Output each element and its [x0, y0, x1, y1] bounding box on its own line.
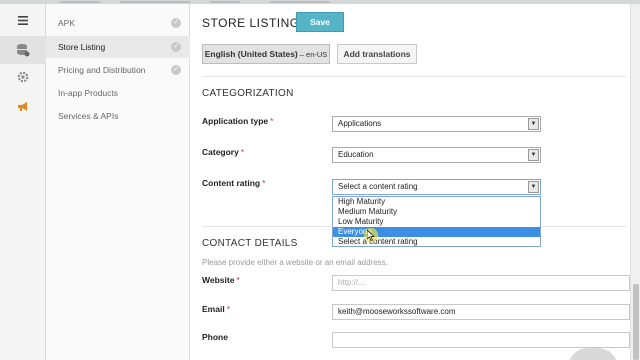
megaphone-icon[interactable] — [0, 92, 46, 120]
website-label: Website * — [202, 275, 240, 285]
main-content: STORE LISTING Save English (United State… — [190, 4, 630, 360]
option-high-maturity[interactable]: High Maturity — [333, 197, 540, 207]
mouse-cursor-highlight — [364, 228, 378, 242]
sidebar-item-label: In-app Products — [58, 88, 119, 98]
chevron-down-icon: ▼ — [528, 181, 539, 193]
website-placeholder: http://... — [338, 278, 365, 287]
contact-details-heading: CONTACT DETAILS — [202, 238, 298, 249]
required-marker: * — [240, 147, 245, 157]
database-icon[interactable] — [0, 36, 46, 64]
check-icon: ✓ — [171, 18, 181, 28]
required-marker: * — [262, 178, 266, 188]
category-label: Category * — [202, 147, 245, 157]
option-medium-maturity[interactable]: Medium Maturity — [333, 207, 540, 217]
sidebar-item-label: Services & APIs — [58, 111, 119, 121]
sidebar-item-apk[interactable]: APK ✓ — [46, 12, 190, 34]
gear-icon[interactable] — [0, 63, 46, 91]
email-label: Email * — [202, 304, 230, 314]
phone-field[interactable] — [332, 332, 630, 348]
check-icon: ✓ — [171, 42, 181, 52]
sidebar: APK ✓ Store Listing ✓ Pricing and Distri… — [46, 4, 190, 360]
required-marker: * — [270, 116, 274, 126]
divider — [202, 76, 626, 77]
content-rating-dropdown: High Maturity Medium Maturity Low Maturi… — [332, 196, 541, 247]
content-rating-select[interactable]: Select a content rating ▼ — [332, 179, 541, 195]
sidebar-item-services[interactable]: Services & APIs — [46, 105, 190, 127]
sidebar-item-label: Pricing and Distribution — [58, 65, 146, 75]
icon-rail — [0, 4, 46, 360]
categorization-heading: CATEGORIZATION — [202, 88, 294, 99]
language-button[interactable]: English (United States) – en-US — [202, 44, 330, 64]
sidebar-item-in-app-products[interactable]: In-app Products — [46, 82, 190, 104]
required-marker: * — [236, 275, 240, 285]
website-field[interactable]: http://... — [332, 275, 630, 291]
scrollbar-thumb[interactable] — [633, 284, 639, 360]
check-icon: ✓ — [171, 65, 181, 75]
email-field[interactable]: keith@mooseworkssoftware.com — [332, 304, 630, 320]
sidebar-item-label: APK — [58, 18, 76, 28]
application-type-select[interactable]: Applications ▼ — [332, 116, 541, 132]
contact-helper-text: Please provide either a website or an em… — [202, 258, 388, 267]
page-title: STORE LISTING — [202, 16, 300, 30]
page-scrollbar[interactable] — [630, 4, 640, 360]
option-low-maturity[interactable]: Low Maturity — [333, 217, 540, 227]
chevron-down-icon: ▼ — [528, 118, 539, 130]
category-select[interactable]: Education ▼ — [332, 147, 541, 163]
sidebar-item-pricing[interactable]: Pricing and Distribution ✓ — [46, 59, 190, 81]
sidebar-item-label: Store Listing — [58, 42, 106, 52]
phone-label: Phone — [202, 332, 228, 342]
language-code: – en-US — [299, 49, 328, 59]
language-label: English (United States) — [204, 49, 298, 59]
add-translations-button[interactable]: Add translations — [337, 44, 417, 64]
content-rating-label: Content rating * — [202, 178, 266, 188]
save-button[interactable]: Save — [296, 12, 344, 32]
sidebar-item-store-listing[interactable]: Store Listing ✓ — [46, 36, 190, 58]
menu-icon[interactable] — [0, 6, 46, 34]
required-marker: * — [226, 304, 230, 314]
application-type-label: Application type * — [202, 116, 274, 126]
chevron-down-icon: ▼ — [528, 149, 539, 161]
